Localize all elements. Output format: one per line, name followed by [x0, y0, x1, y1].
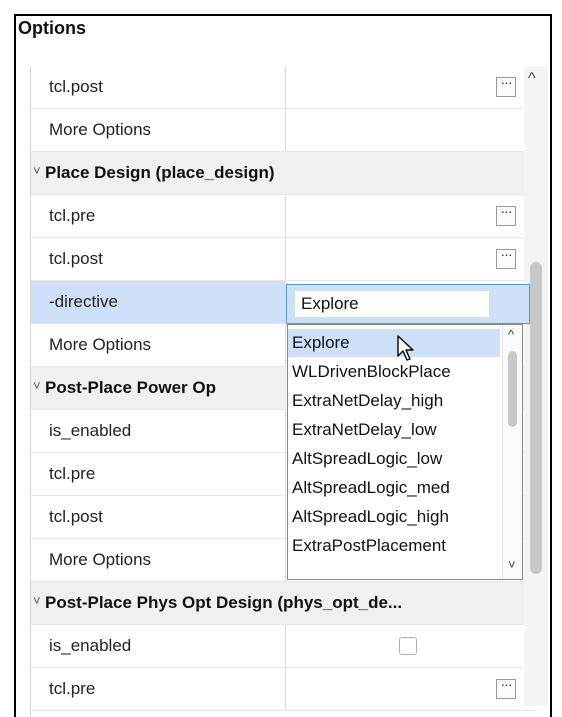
column-divider — [285, 410, 286, 452]
row-more-options[interactable]: More Options — [31, 109, 537, 152]
directive-dropdown-list[interactable]: Explore WLDrivenBlockPlace ExtraNetDelay… — [287, 324, 523, 580]
column-divider — [285, 238, 286, 280]
panel-title: Options — [18, 18, 86, 38]
row-label: More Options — [49, 335, 152, 354]
scroll-up-icon[interactable]: ^ — [528, 70, 536, 88]
row-tcl-post[interactable]: tcl.post ··· — [31, 238, 537, 281]
column-divider — [285, 324, 286, 366]
ellipsis-button[interactable]: ··· — [496, 247, 516, 269]
collapse-caret-icon[interactable]: ˅ — [33, 152, 41, 190]
column-divider — [285, 539, 286, 581]
collapse-caret-icon[interactable]: ˅ — [33, 582, 41, 620]
row-label: is_enabled — [49, 421, 132, 440]
group-label: Place Design (place_design) — [45, 163, 275, 182]
column-divider — [285, 453, 286, 495]
ellipsis-button[interactable]: ··· — [496, 204, 516, 226]
scroll-thumb[interactable] — [530, 262, 542, 574]
column-divider — [285, 66, 286, 108]
group-place-design[interactable]: ˅ Place Design (place_design) — [31, 152, 537, 195]
column-divider — [285, 195, 286, 237]
row-label: More Options — [49, 550, 152, 569]
row-tcl-pre[interactable]: tcl.pre ··· — [31, 668, 537, 711]
row-label: tcl.post — [49, 507, 103, 526]
column-divider — [285, 109, 286, 151]
row-label: tcl.pre — [49, 679, 96, 698]
dropdown-option[interactable]: AltSpreadLogic_low — [288, 445, 500, 473]
column-divider — [285, 496, 286, 538]
row-label: tcl.post — [49, 249, 103, 268]
dropdown-option[interactable]: WLDrivenBlockPlace — [288, 358, 500, 386]
is-enabled-checkbox[interactable] — [399, 637, 417, 655]
dropdown-option[interactable]: Explore — [288, 329, 500, 357]
collapse-caret-icon[interactable]: ˅ — [33, 367, 41, 405]
column-divider — [285, 668, 286, 710]
dropdown-option[interactable]: AltSpreadLogic_med — [288, 474, 500, 502]
group-label: Post-Place Phys Opt Design (phys_opt_de.… — [45, 593, 403, 612]
row-label: tcl.pre — [49, 464, 96, 483]
group-post-place-phys-opt[interactable]: ˅ Post-Place Phys Opt Design (phys_opt_d… — [31, 582, 537, 625]
row-label: -directive — [49, 292, 118, 311]
mouse-pointer-icon — [397, 335, 414, 361]
dropdown-option[interactable]: ExtraNetDelay_low — [288, 416, 500, 444]
dropdown-scroll-down-icon[interactable]: ˅ — [508, 557, 516, 572]
directive-editor-cell — [286, 284, 530, 324]
dropdown-scroll-up-icon[interactable]: ^ — [508, 327, 514, 342]
row-tcl-post[interactable]: tcl.post ··· — [31, 66, 537, 109]
column-divider — [285, 625, 286, 667]
row-label: is_enabled — [49, 636, 132, 655]
row-label: tcl.post — [49, 77, 103, 96]
row-tcl-pre[interactable]: tcl.pre ··· — [31, 195, 537, 238]
directive-combobox-input[interactable] — [295, 291, 489, 317]
row-label: More Options — [49, 120, 152, 139]
vertical-scrollbar[interactable]: ^ — [524, 66, 548, 706]
row-is-enabled[interactable]: is_enabled — [31, 625, 537, 668]
dropdown-option[interactable]: ExtraNetDelay_high — [288, 387, 500, 415]
group-label: Post-Place Power Op — [45, 378, 216, 397]
dropdown-scroll-thumb[interactable] — [508, 351, 517, 427]
row-label: tcl.pre — [49, 206, 96, 225]
dropdown-option[interactable]: AltSpreadLogic_high — [288, 503, 500, 531]
ellipsis-button[interactable]: ··· — [496, 75, 516, 97]
ellipsis-button[interactable]: ··· — [496, 677, 516, 699]
dropdown-option[interactable]: ExtraPostPlacement — [288, 532, 500, 560]
dropdown-scrollbar[interactable]: ^ ˅ — [502, 325, 522, 579]
